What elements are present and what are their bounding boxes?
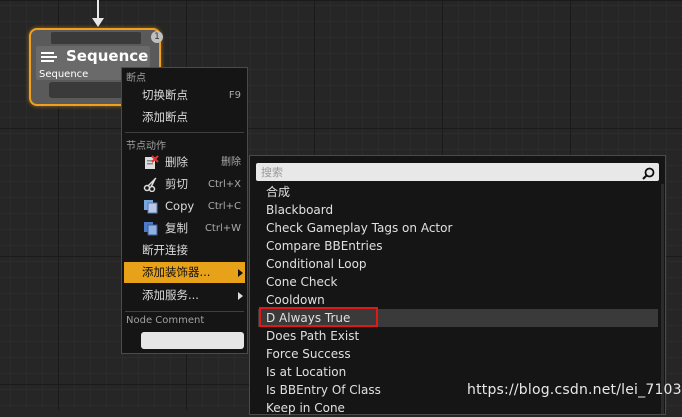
shortcut-label: Ctrl+X (207, 179, 241, 190)
duplicate-icon (143, 221, 159, 236)
execution-order-badge: 1 (151, 31, 163, 43)
menu-item-label: 删除 (165, 155, 188, 169)
menu-item-label: 剪切 (165, 177, 188, 191)
watermark: https://blog.csdn.net/lei_7103 (467, 382, 682, 398)
chevron-right-icon (238, 292, 243, 300)
menu-divider (125, 311, 244, 312)
search-icon (642, 165, 655, 180)
search-placeholder: 搜索 (261, 166, 283, 179)
shortcut-label: F9 (228, 90, 241, 101)
chevron-right-icon (238, 269, 243, 277)
node-input-pin[interactable] (51, 32, 141, 44)
submenu-item[interactable]: Cone Check (258, 273, 658, 291)
menu-item-label: 添加断点 (142, 110, 188, 124)
node-wire (97, 0, 99, 20)
submenu-item[interactable]: Is at Location (258, 363, 658, 381)
search-input[interactable]: 搜索 (256, 163, 659, 181)
decorator-submenu: 搜索 合成 Blackboard Check Gameplay Tags on … (249, 155, 666, 415)
node-subtitle: Sequence (39, 69, 89, 80)
menu-item-label: 复制 (165, 221, 188, 235)
sequence-icon (41, 50, 59, 64)
submenu-item[interactable]: Conditional Loop (258, 255, 658, 273)
menu-item-add-decorator[interactable]: 添加装饰器... (124, 262, 245, 283)
menu-item-label: 切换断点 (142, 88, 188, 102)
menu-item-add-breakpoint[interactable]: 添加断点 (124, 107, 245, 128)
delete-icon (143, 155, 159, 170)
context-menu: 断点 切换断点 F9 添加断点 节点动作 删除 删除 剪切 Ctrl+X Cop… (121, 67, 248, 354)
menu-item-label: Copy (165, 199, 195, 213)
submenu-item[interactable]: Blackboard (258, 201, 658, 219)
node-comment-input[interactable] (141, 332, 244, 349)
menu-item-duplicate[interactable]: 复制 Ctrl+W (124, 218, 245, 239)
scissors-icon (143, 177, 159, 193)
section-breakpoints: 断点 (126, 73, 146, 84)
submenu-item[interactable]: 合成 (258, 183, 658, 201)
menu-divider (125, 132, 244, 133)
submenu-item[interactable]: Keep in Cone (258, 399, 658, 417)
copy-icon (143, 199, 159, 214)
menu-item-toggle-breakpoint[interactable]: 切换断点 F9 (124, 85, 245, 106)
menu-item-delete[interactable]: 删除 删除 (124, 152, 245, 173)
submenu-item[interactable]: Force Success (258, 345, 658, 363)
wire-arrow (92, 18, 104, 27)
highlight-annotation-box (259, 307, 378, 327)
node-title: Sequence (66, 47, 149, 65)
section-node-actions: 节点动作 (126, 141, 166, 152)
menu-item-add-service[interactable]: 添加服务... (124, 285, 245, 306)
menu-item-label: 添加服务... (142, 288, 199, 302)
menu-item-break-links[interactable]: 断开连接 (124, 240, 245, 261)
shortcut-label: Ctrl+W (204, 223, 241, 234)
submenu-item[interactable]: Does Path Exist (258, 327, 658, 345)
menu-item-label: 断开连接 (142, 243, 188, 257)
scrollbar-track[interactable] (661, 184, 664, 414)
menu-item-cut[interactable]: 剪切 Ctrl+X (124, 174, 245, 195)
section-node-comment: Node Comment (126, 315, 205, 326)
submenu-item[interactable]: Check Gameplay Tags on Actor (258, 219, 658, 237)
menu-item-copy[interactable]: Copy Ctrl+C (124, 196, 245, 217)
shortcut-label: Ctrl+C (207, 201, 241, 212)
menu-item-label: 添加装饰器... (142, 265, 211, 279)
submenu-item[interactable]: Compare BBEntries (258, 237, 658, 255)
shortcut-label: 删除 (221, 157, 241, 168)
